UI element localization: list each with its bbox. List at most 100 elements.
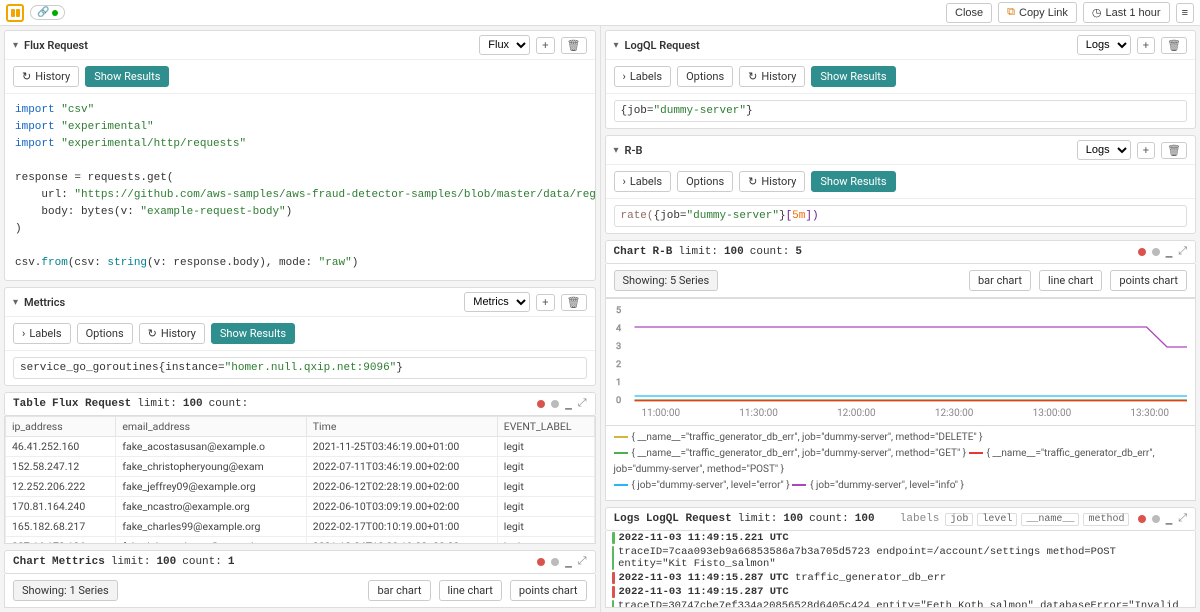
status-dot-icon [52,10,58,16]
minimize-button[interactable]: ▁ [565,397,572,411]
log-line[interactable]: 2022-11-03 11:49:15.221 UTC [606,531,1196,545]
legend-item[interactable]: { __name__="traffic_generator_db_err", j… [632,432,983,443]
table-row[interactable]: 152.58.247.12fake_christopheryoung@exam2… [6,457,595,477]
metrics-title: Mettrics [24,296,65,309]
line-chart-button[interactable]: line chart [1039,270,1102,291]
col-ip[interactable]: ip_address [6,417,116,437]
bar-chart-button[interactable]: bar chart [969,270,1031,291]
collapse-icon[interactable]: ▾ [13,40,18,51]
labels-tab[interactable]: ›Labels [13,323,71,344]
show-results-tab[interactable]: Show Results [811,66,895,87]
col-label[interactable]: EVENT_LABEL [497,417,594,437]
delete-panel-button[interactable]: 🗑 [1161,142,1187,159]
table-row[interactable]: 46.41.252.160fake_acostasusan@example.o2… [6,437,595,457]
bar-chart-button[interactable]: bar chart [368,580,430,601]
table-row[interactable]: 165.182.68.217fake_charles99@example.org… [6,517,595,537]
status-dot-icon [551,558,559,566]
table-wrap: ip_address email_address Time EVENT_LABE… [4,416,596,544]
minimize-button[interactable]: ▁ [1166,512,1173,526]
expand-button[interactable]: ⤢ [578,556,587,568]
legend-item[interactable]: { __name__="traffic_generator_db_err", j… [632,448,969,459]
expand-button[interactable]: ⤢ [1178,513,1187,525]
minimize-button[interactable]: ▁ [1166,245,1173,259]
collapse-icon[interactable]: ▾ [614,40,619,51]
menu-button[interactable]: ≡ [1176,3,1194,23]
x-tick: 11:30:00 [739,408,778,419]
metrics-panel: ▾ Mettrics Metrics + 🗑 ›Labels Options H… [4,287,596,386]
logs-body[interactable]: 2022-11-03 11:49:15.221 UTCtraceID=7caa0… [605,531,1197,608]
connection-chip[interactable]: 🔗 [30,5,65,20]
rb-type-select[interactable]: Logs [1077,140,1131,160]
history-tab[interactable]: History [739,66,805,87]
log-level-bar-icon [612,546,615,570]
delete-panel-button[interactable]: 🗑 [561,294,587,311]
log-tag[interactable]: __name__ [1021,513,1079,526]
history-tab[interactable]: History [139,323,205,344]
options-tab[interactable]: Options [77,323,133,344]
expand-button[interactable]: ⤢ [578,398,587,410]
series-count-chip[interactable]: Showing: 5 Series [614,270,719,291]
show-results-tab[interactable]: Show Results [211,323,295,344]
table-row[interactable]: 207.16.170.106fake_johnsonjason@example.… [6,537,595,544]
status-dot-icon [537,400,545,408]
svg-text:2: 2 [616,360,621,370]
log-line[interactable]: traceID=30747cbe7ef334a20856528d6405c424… [606,599,1196,608]
history-icon [748,175,757,188]
log-line[interactable]: traceID=7caa093eb9a66853586a7b3a705d5723… [606,545,1196,571]
chevron-right-icon: › [22,327,25,340]
points-chart-button[interactable]: points chart [1110,270,1187,291]
log-tag[interactable]: job [945,513,973,526]
add-panel-button[interactable]: + [1137,142,1155,159]
show-results-tab[interactable]: Show Results [85,66,169,87]
rb-query-input[interactable]: rate({job="dummy-server"}[5m]) [614,205,1188,227]
table-row[interactable]: 12.252.206.222fake_jeffrey09@example.org… [6,477,595,497]
points-chart-button[interactable]: points chart [510,580,587,601]
col-time[interactable]: Time [306,417,497,437]
series-count-chip[interactable]: Showing: 1 Series [13,580,118,601]
status-dot-icon [551,400,559,408]
options-tab[interactable]: Options [677,66,733,87]
copy-link-button[interactable]: ⧉Copy Link [998,2,1077,23]
history-tab[interactable]: History [739,171,805,192]
time-range-button[interactable]: ◷Last 1 hour [1083,2,1170,23]
status-dot-icon [1152,515,1160,523]
log-line[interactable]: 2022-11-03 11:49:15.287 UTC [606,585,1196,599]
delete-panel-button[interactable]: 🗑 [561,37,587,54]
labels-tab[interactable]: ›Labels [614,66,672,87]
show-results-tab[interactable]: Show Results [811,171,895,192]
log-tag[interactable]: level [977,513,1017,526]
options-tab[interactable]: Options [677,171,733,192]
add-panel-button[interactable]: + [536,294,554,311]
table-row[interactable]: 170.81.164.240fake_ncastro@example.org20… [6,497,595,517]
flux-type-select[interactable]: Flux [479,35,530,55]
labels-tab[interactable]: ›Labels [614,171,672,192]
svg-text:3: 3 [616,342,621,352]
log-tag[interactable]: method [1083,513,1129,526]
flux-table: ip_address email_address Time EVENT_LABE… [5,416,595,544]
status-dot-icon [1138,248,1146,256]
minimize-button[interactable]: ▁ [565,555,572,569]
log-line[interactable]: 2022-11-03 11:49:15.287 UTC traffic_gene… [606,571,1196,585]
delete-panel-button[interactable]: 🗑 [1161,37,1187,54]
svg-text:4: 4 [616,324,621,334]
col-email[interactable]: email_address [116,417,306,437]
add-panel-button[interactable]: + [1137,37,1155,54]
logql-panel: ▾ LogQL Request Logs + 🗑 ›Labels Options… [605,30,1197,129]
close-button[interactable]: Close [946,3,992,23]
line-chart-button[interactable]: line chart [439,580,502,601]
collapse-icon[interactable]: ▾ [614,145,619,156]
metrics-type-select[interactable]: Metrics [464,292,530,312]
svg-text:1: 1 [616,378,621,388]
flux-code-editor[interactable]: import "csv" import "experimental" impor… [5,94,595,280]
legend-item[interactable]: { job="dummy-server", level="info" } [810,480,964,491]
history-tab[interactable]: History [13,66,79,87]
logs-header: Logs LogQL Request limit: 100 count: 100… [605,507,1197,531]
logql-type-select[interactable]: Logs [1077,35,1131,55]
expand-button[interactable]: ⤢ [1178,246,1187,258]
collapse-icon[interactable]: ▾ [13,297,18,308]
add-panel-button[interactable]: + [536,37,554,54]
logql-query-input[interactable]: {job="dummy-server"} [614,100,1188,122]
metrics-query-input[interactable]: service_go_goroutines{instance="homer.nu… [13,357,587,379]
legend-item[interactable]: { job="dummy-server", level="error" } [632,480,793,491]
line-chart-svg: 543210 [614,305,1188,405]
